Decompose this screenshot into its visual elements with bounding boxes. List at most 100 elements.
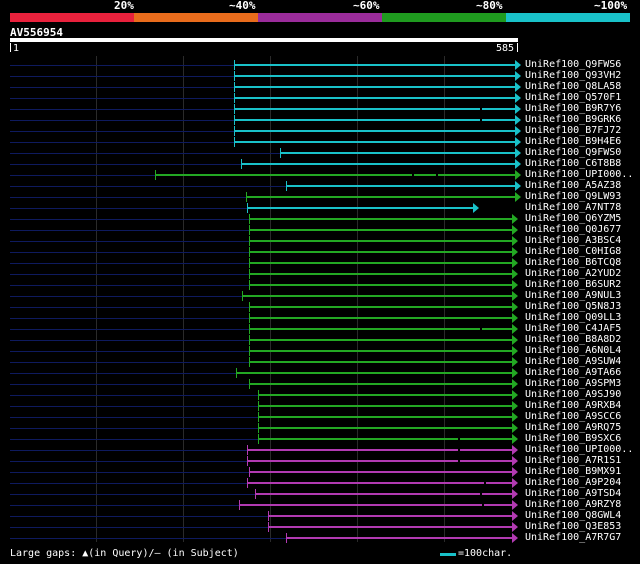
hit-alignment-bar[interactable]: [236, 372, 512, 374]
hit-alignment-bar[interactable]: [234, 108, 515, 110]
hit-alignment-bar[interactable]: [249, 383, 512, 385]
ruler-start-label: 1: [13, 43, 20, 54]
hit-arrow-icon: [512, 511, 518, 521]
hit-alignment-bar[interactable]: [239, 504, 512, 506]
hit-query-coverage-line: [10, 494, 255, 495]
hit-query-coverage-line: [10, 406, 258, 407]
hit-alignment-bar[interactable]: [286, 537, 512, 539]
ruler-end-label: 585: [496, 43, 515, 54]
hit-alignment-bar[interactable]: [247, 207, 473, 209]
hit-row[interactable]: UniRef100_A7R7G7: [0, 532, 640, 544]
hit-arrow-icon: [512, 225, 518, 235]
hit-alignment-bar[interactable]: [234, 130, 515, 132]
hit-alignment-bar[interactable]: [155, 174, 515, 176]
hit-query-coverage-line: [10, 120, 234, 121]
hit-query-coverage-line: [10, 461, 247, 462]
hit-alignment-bar[interactable]: [234, 86, 515, 88]
hit-query-coverage-line: [10, 109, 234, 110]
hit-query-coverage-line: [10, 65, 234, 66]
hit-alignment-bar[interactable]: [249, 339, 512, 341]
hit-alignment-bar[interactable]: [268, 526, 512, 528]
hit-query-coverage-line: [10, 175, 155, 176]
hit-query-coverage-line: [10, 76, 234, 77]
hit-arrow-icon: [515, 93, 521, 103]
hit-alignment-bar[interactable]: [234, 141, 515, 143]
gap-marker: [436, 174, 438, 176]
hit-alignment-bar[interactable]: [258, 438, 512, 440]
hit-alignment-bar[interactable]: [234, 64, 515, 66]
hit-alignment-bar[interactable]: [247, 460, 512, 462]
gap-marker: [484, 482, 486, 484]
query-bar: [10, 38, 518, 42]
hit-alignment-bar[interactable]: [249, 328, 512, 330]
ruler-start-tick: [10, 43, 11, 52]
hit-query-coverage-line: [10, 516, 268, 517]
hit-alignment-bar[interactable]: [249, 471, 512, 473]
hit-alignment-bar[interactable]: [247, 449, 512, 451]
hit-alignment-bar[interactable]: [246, 196, 515, 198]
hit-arrow-icon: [515, 60, 521, 70]
hit-alignment-bar[interactable]: [247, 482, 512, 484]
hit-alignment-bar[interactable]: [255, 493, 512, 495]
hit-arrow-icon: [515, 126, 521, 136]
hit-alignment-bar[interactable]: [241, 163, 515, 165]
gap-marker: [480, 119, 482, 121]
gap-marker: [458, 449, 460, 451]
hit-arrow-icon: [512, 357, 518, 367]
gap-marker: [480, 493, 482, 495]
hit-arrow-icon: [512, 302, 518, 312]
hit-alignment-bar[interactable]: [249, 284, 512, 286]
hit-query-coverage-line: [10, 340, 249, 341]
hit-arrow-icon: [515, 71, 521, 81]
hit-alignment-bar[interactable]: [258, 427, 512, 429]
gap-marker: [480, 108, 482, 110]
hit-query-coverage-line: [10, 527, 268, 528]
gap-marker: [412, 174, 414, 176]
hit-alignment-bar[interactable]: [280, 152, 515, 154]
hit-alignment-bar[interactable]: [249, 361, 512, 363]
hit-arrow-icon: [512, 500, 518, 510]
hit-alignment-bar[interactable]: [286, 185, 515, 187]
hit-alignment-bar[interactable]: [234, 119, 515, 121]
hit-query-coverage-line: [10, 186, 286, 187]
hit-query-coverage-line: [10, 87, 234, 88]
hit-arrow-icon: [515, 82, 521, 92]
hit-arrow-icon: [512, 313, 518, 323]
hit-alignment-bar[interactable]: [242, 295, 512, 297]
hit-query-coverage-line: [10, 142, 234, 143]
hit-query-coverage-line: [10, 241, 249, 242]
hit-arrow-icon: [512, 324, 518, 334]
hit-alignment-bar[interactable]: [234, 97, 515, 99]
hit-alignment-bar[interactable]: [234, 75, 515, 77]
hit-alignment-bar[interactable]: [249, 350, 512, 352]
hit-arrow-icon: [512, 478, 518, 488]
hit-arrow-icon: [512, 423, 518, 433]
hit-alignment-bar[interactable]: [258, 394, 512, 396]
hit-query-coverage-line: [10, 197, 246, 198]
hit-query-coverage-line: [10, 505, 239, 506]
hit-arrow-icon: [512, 456, 518, 466]
hit-arrow-icon: [512, 269, 518, 279]
hit-alignment-bar[interactable]: [268, 515, 512, 517]
hit-alignment-bar[interactable]: [249, 229, 512, 231]
percent-label-20: 20%: [114, 0, 134, 12]
hit-alignment-bar[interactable]: [249, 306, 512, 308]
hit-arrow-icon: [512, 379, 518, 389]
hit-alignment-bar[interactable]: [249, 218, 512, 220]
hit-alignment-bar[interactable]: [249, 273, 512, 275]
hit-alignment-bar[interactable]: [249, 262, 512, 264]
hit-alignment-bar[interactable]: [249, 317, 512, 319]
scale-legend-line: [440, 553, 456, 556]
hit-alignment-bar[interactable]: [249, 240, 512, 242]
hit-arrow-icon: [515, 159, 521, 169]
hit-arrow-icon: [515, 137, 521, 147]
hit-query-coverage-line: [10, 131, 234, 132]
hit-arrow-icon: [512, 434, 518, 444]
hit-query-coverage-line: [10, 98, 234, 99]
hit-alignment-bar[interactable]: [258, 416, 512, 418]
hit-label-link[interactable]: UniRef100_A7R7G7: [525, 532, 621, 544]
hit-alignment-bar[interactable]: [258, 405, 512, 407]
hit-query-coverage-line: [10, 164, 241, 165]
hit-alignment-bar[interactable]: [249, 251, 512, 253]
hit-arrow-icon: [515, 115, 521, 125]
